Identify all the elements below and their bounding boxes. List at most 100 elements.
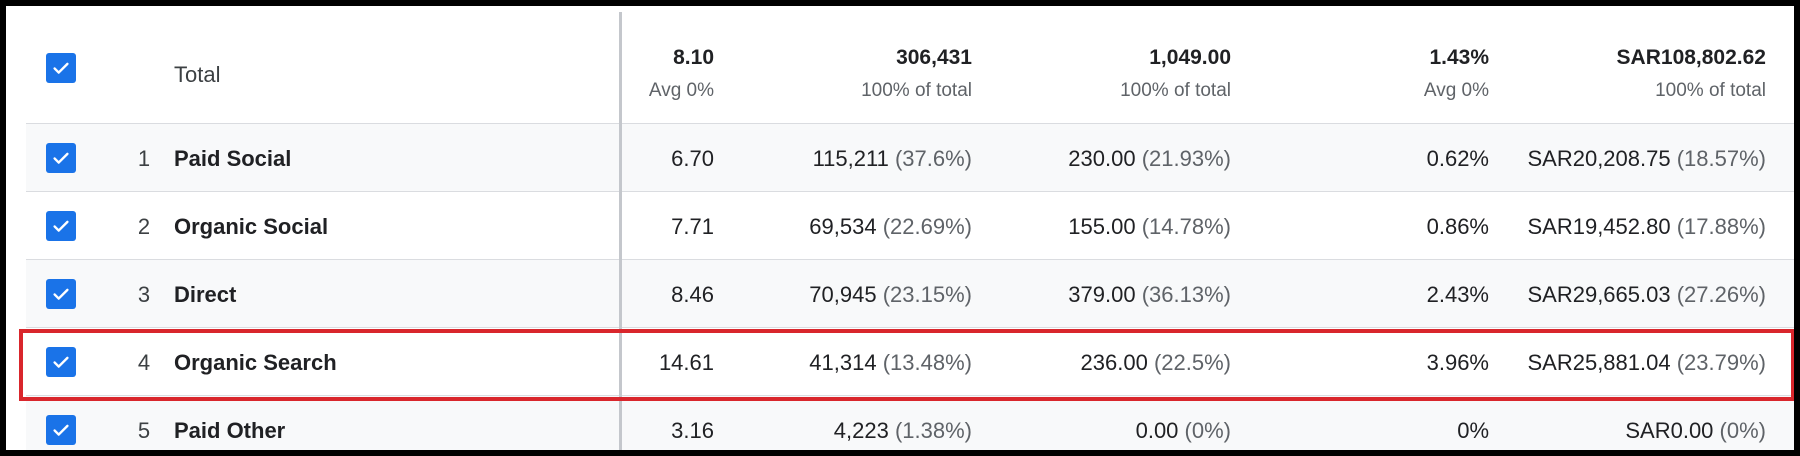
check-icon: [53, 62, 69, 74]
row-col-5-pct: (27.26%): [1676, 282, 1766, 307]
select-all-checkbox[interactable]: [46, 53, 76, 83]
row-col-5: SAR20,208.75 (18.57%): [1527, 146, 1766, 172]
total-label: Total: [174, 62, 221, 87]
row-col-4-value: 0.62%: [1426, 146, 1489, 171]
row-col-2-pct: (1.38%): [894, 418, 972, 443]
total-col-5-value: SAR108,802.62: [1616, 46, 1766, 69]
row-col-4: 0.62%: [1427, 146, 1489, 172]
total-col-3-value: 1,049.00: [1149, 46, 1231, 69]
row-col-1: 14.61: [659, 350, 714, 376]
total-col-5-sub: 100% of total: [1655, 80, 1766, 101]
row-checkbox[interactable]: [46, 415, 76, 445]
row-col-1-value: 14.61: [658, 350, 714, 375]
total-col-1-value: 8.10: [673, 46, 714, 69]
row-col-1: 6.70: [671, 146, 714, 172]
row-col-5: SAR0.00 (0%): [1625, 418, 1766, 444]
row-col-3: 230.00 (21.93%): [1068, 146, 1231, 172]
check-icon: [53, 356, 69, 368]
row-col-2: 4,223 (1.38%): [834, 418, 972, 444]
row-col-2-pct: (37.6%): [894, 146, 972, 171]
total-col-4-sub: Avg 0%: [1423, 80, 1489, 101]
row-col-3-value: 379.00: [1068, 282, 1136, 307]
row-checkbox[interactable]: [46, 347, 76, 377]
total-col-4-value: 1.43%: [1429, 46, 1489, 69]
row-index: 1: [137, 146, 151, 171]
total-col-2-sub: 100% of total: [861, 80, 972, 101]
row-index: 4: [137, 350, 151, 375]
screenshot-frame: Total 8.10 Avg 0% 306,431 100% of total …: [0, 0, 1800, 456]
row-col-2-value: 115,211: [812, 146, 889, 171]
row-col-1: 7.71: [671, 214, 714, 240]
row-col-5-value: SAR20,208.75: [1527, 146, 1671, 171]
frozen-column-divider: [619, 12, 622, 450]
row-checkbox[interactable]: [46, 211, 76, 241]
row-col-1: 8.46: [671, 282, 714, 308]
row-checkbox[interactable]: [46, 279, 76, 309]
row-col-3-value: 230.00: [1068, 146, 1136, 171]
check-icon: [53, 288, 69, 300]
row-col-5-pct: (0%): [1719, 418, 1766, 443]
check-icon: [53, 220, 69, 232]
row-index: 5: [137, 418, 151, 443]
row-col-1: 3.16: [671, 418, 714, 444]
row-label: Organic Social: [174, 214, 329, 239]
row-col-3-pct: (36.13%): [1141, 282, 1231, 307]
row-col-2-value: 70,945: [809, 282, 877, 307]
table-row[interactable]: 1 Paid Social 6.70 115,211 (37.6%) 230.0…: [26, 124, 1794, 192]
total-col-2-value: 306,431: [896, 46, 972, 69]
row-index: 3: [137, 282, 151, 307]
row-col-2: 70,945 (23.15%): [809, 282, 972, 308]
row-col-4: 2.43%: [1427, 282, 1489, 308]
row-col-2: 41,314 (13.48%): [809, 350, 972, 376]
row-col-4-value: 3.96%: [1426, 350, 1489, 375]
table-row[interactable]: 2 Organic Social 7.71 69,534 (22.69%) 15…: [26, 192, 1794, 260]
row-col-2-value: 41,314: [809, 350, 877, 375]
row-col-1-value: 3.16: [671, 418, 714, 443]
row-col-3-pct: (0%): [1184, 418, 1231, 443]
row-col-2-value: 69,534: [809, 214, 877, 239]
check-icon: [53, 152, 69, 164]
row-col-5-value: SAR0.00: [1625, 418, 1714, 443]
row-col-3-value: 155.00: [1068, 214, 1136, 239]
row-col-1-value: 7.71: [671, 214, 714, 239]
total-col-1-sub: Avg 0%: [648, 80, 714, 101]
row-col-4-value: 0.86%: [1426, 214, 1489, 239]
row-col-3: 0.00 (0%): [1136, 418, 1231, 444]
table-row[interactable]: 5 Paid Other 3.16 4,223 (1.38%) 0.00 (0%…: [26, 396, 1794, 450]
row-col-4: 3.96%: [1427, 350, 1489, 376]
row-col-1-value: 6.70: [671, 146, 714, 171]
row-col-3-value: 0.00: [1135, 418, 1179, 443]
row-col-3: 236.00 (22.5%): [1081, 350, 1231, 376]
row-col-4-value: 2.43%: [1426, 282, 1489, 307]
row-label: Organic Search: [174, 350, 337, 375]
row-col-1-value: 8.46: [671, 282, 714, 307]
total-col-3-sub: 100% of total: [1120, 80, 1231, 101]
row-checkbox[interactable]: [46, 143, 76, 173]
row-col-4-value: 0%: [1457, 418, 1489, 443]
row-label: Direct: [174, 282, 237, 307]
row-label: Paid Other: [174, 418, 286, 443]
row-col-3-pct: (21.93%): [1141, 146, 1231, 171]
row-col-3-pct: (22.5%): [1153, 350, 1231, 375]
row-col-3-value: 236.00: [1080, 350, 1148, 375]
row-col-5: SAR29,665.03 (27.26%): [1527, 282, 1766, 308]
row-col-2-value: 4,223: [833, 418, 889, 443]
row-col-2-pct: (23.15%): [882, 282, 972, 307]
row-col-3: 379.00 (36.13%): [1068, 282, 1231, 308]
table-row[interactable]: 3 Direct 8.46 70,945 (23.15%) 379.00 (36…: [26, 260, 1794, 328]
row-col-5-pct: (17.88%): [1676, 214, 1766, 239]
row-col-5-value: SAR29,665.03: [1527, 282, 1671, 307]
row-col-4: 0.86%: [1427, 214, 1489, 240]
row-col-5-value: SAR19,452.80: [1527, 214, 1671, 239]
row-col-2-pct: (22.69%): [882, 214, 972, 239]
row-label: Paid Social: [174, 146, 292, 171]
total-col-4: 1.43% Avg 0%: [1424, 46, 1489, 102]
row-col-5: SAR19,452.80 (17.88%): [1527, 214, 1766, 240]
check-icon: [53, 424, 69, 436]
row-col-2: 115,211 (37.6%): [813, 146, 972, 172]
row-col-4: 0%: [1457, 418, 1489, 444]
total-col-2: 306,431 100% of total: [861, 46, 972, 102]
row-col-3-pct: (14.78%): [1141, 214, 1231, 239]
row-col-5-pct: (23.79%): [1676, 350, 1766, 375]
table-row-highlighted[interactable]: 4 Organic Search 14.61 41,314 (13.48%) 2…: [26, 328, 1794, 396]
